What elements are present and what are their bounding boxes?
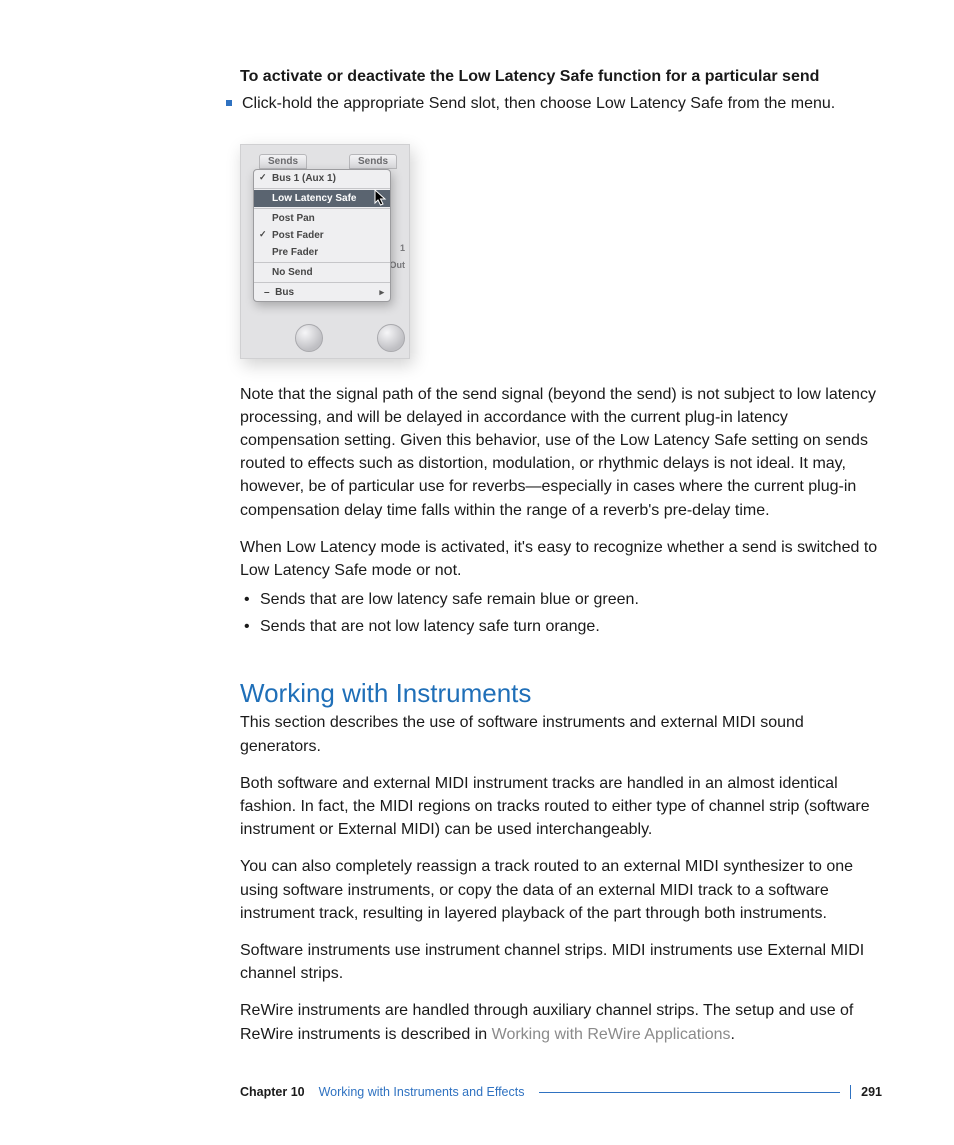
section-heading-instruments: Working with Instruments xyxy=(240,678,882,709)
section-paragraph: You can also completely reassign a track… xyxy=(240,855,882,925)
task-step: Click-hold the appropriate Send slot, th… xyxy=(226,92,882,115)
bg-label-out: Out xyxy=(390,260,406,270)
menu-item-bus-label: Bus xyxy=(275,287,294,298)
menu-item-bus-submenu[interactable]: – Bus xyxy=(254,284,390,301)
menu-separator xyxy=(254,282,390,283)
embedded-screenshot: Sends Sends 1 Out Bus 1 (Aux 1) Low Late… xyxy=(240,144,410,359)
menu-item-post-pan[interactable]: Post Pan xyxy=(254,210,390,227)
menu-item-post-fader[interactable]: Post Fader xyxy=(254,227,390,244)
section-paragraph: Both software and external MIDI instrume… xyxy=(240,772,882,842)
bullet-icon xyxy=(226,100,232,106)
task-step-text: Click-hold the appropriate Send slot, th… xyxy=(242,92,835,115)
send-context-menu: Bus 1 (Aux 1) Low Latency Safe Post Pan … xyxy=(253,169,391,302)
rewire-text-post: . xyxy=(731,1026,735,1043)
section-paragraph: This section describes the use of softwa… xyxy=(240,711,882,757)
footer-vertical-rule xyxy=(850,1085,851,1099)
task-heading: To activate or deactivate the Low Latenc… xyxy=(240,66,882,88)
menu-item-bus1[interactable]: Bus 1 (Aux 1) xyxy=(254,170,390,187)
bg-label-1: 1 xyxy=(400,243,405,253)
list-item: Sends that are low latency safe remain b… xyxy=(240,586,882,613)
footer-rule xyxy=(539,1092,841,1093)
sends-tab-right: Sends xyxy=(349,154,397,169)
chapter-title: Working with Instruments and Effects xyxy=(319,1085,525,1099)
menu-separator xyxy=(254,188,390,189)
menu-item-low-latency-safe[interactable]: Low Latency Safe xyxy=(254,190,390,207)
section-paragraph: Software instruments use instrument chan… xyxy=(240,939,882,985)
menu-separator xyxy=(254,208,390,209)
menu-item-no-send[interactable]: No Send xyxy=(254,264,390,281)
menu-separator xyxy=(254,262,390,263)
channel-strip-header: Sends Sends xyxy=(241,145,409,171)
page-number: 291 xyxy=(861,1085,882,1099)
send-color-list: Sends that are low latency safe remain b… xyxy=(240,586,882,640)
section-paragraph: ReWire instruments are handled through a… xyxy=(240,999,882,1045)
knob-icon xyxy=(295,324,323,352)
rewire-link[interactable]: Working with ReWire Applications xyxy=(492,1026,731,1043)
knob-icon xyxy=(377,324,405,352)
sends-tab-left: Sends xyxy=(259,154,307,169)
recognize-paragraph: When Low Latency mode is activated, it's… xyxy=(240,536,882,582)
chapter-label: Chapter 10 xyxy=(240,1085,305,1099)
document-page: To activate or deactivate the Low Latenc… xyxy=(0,0,954,1145)
note-paragraph: Note that the signal path of the send si… xyxy=(240,383,882,522)
list-item: Sends that are not low latency safe turn… xyxy=(240,613,882,640)
menu-item-pre-fader[interactable]: Pre Fader xyxy=(254,244,390,261)
page-footer: Chapter 10 Working with Instruments and … xyxy=(240,1085,882,1099)
